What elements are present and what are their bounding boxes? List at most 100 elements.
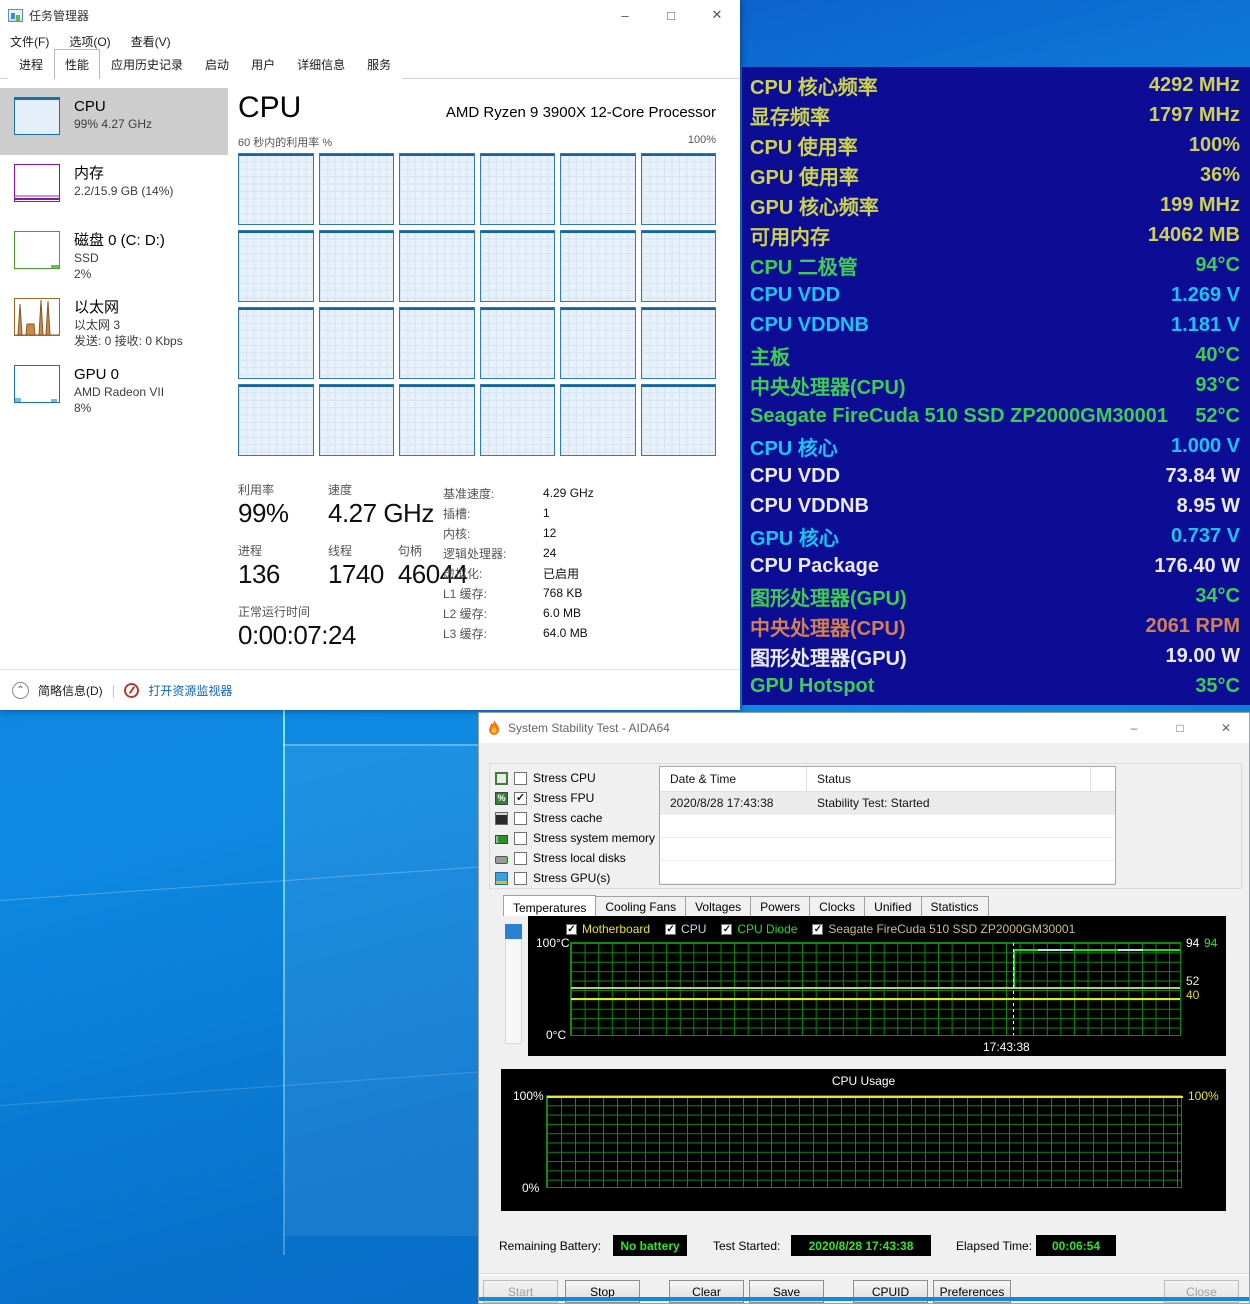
core-usage-cell <box>399 153 475 225</box>
core-usage-cell <box>238 230 314 302</box>
cpu-usage-chart: CPU Usage 100% 0% 100% <box>501 1069 1226 1211</box>
chevron-up-icon[interactable]: ⌃ <box>12 682 29 699</box>
sidebar-item-title: CPU <box>74 97 152 116</box>
column-header: Date & Time <box>660 767 807 791</box>
close-icon[interactable]: ✕ <box>1203 713 1249 743</box>
osd-row: GPU 核心0.737 V <box>742 521 1250 551</box>
temperature-scale-scrollbar[interactable] <box>501 916 528 1056</box>
stress-option-label: Stress system memory <box>533 831 655 845</box>
gpu-card-icon <box>495 872 508 885</box>
tab-详细信息[interactable]: 详细信息 <box>286 50 356 79</box>
osd-row: CPU 核心频率4292 MHz <box>742 70 1250 100</box>
table-row[interactable]: 2020/8/28 17:43:38Stability Test: Starte… <box>660 792 1115 815</box>
stat-label: 线程 <box>328 542 384 559</box>
tab-用户[interactable]: 用户 <box>240 50 286 79</box>
osd-row: GPU 使用率36% <box>742 160 1250 190</box>
sidebar-item-gpu[interactable]: GPU 0AMD Radeon VII8% <box>0 356 228 423</box>
checkbox-unchecked[interactable] <box>514 832 527 845</box>
memory-thumbnail <box>14 164 60 202</box>
checkbox-checked[interactable]: ✓ <box>665 924 676 935</box>
task-manager-titlebar[interactable]: 任务管理器 – □ ✕ <box>0 0 740 30</box>
tab-启动[interactable]: 启动 <box>194 50 240 79</box>
network-spark-graph <box>15 299 59 335</box>
osd-value: 73.84 W <box>1166 465 1240 488</box>
checkbox-unchecked[interactable] <box>514 872 527 885</box>
menu-item[interactable]: 选项(O) <box>69 33 110 50</box>
osd-value: 93°C <box>1195 374 1240 397</box>
checkbox-unchecked[interactable] <box>514 772 527 785</box>
status-label: Remaining Battery: <box>499 1239 601 1253</box>
disk-usage-mark <box>51 265 59 268</box>
tab-应用历史记录[interactable]: 应用历史记录 <box>100 50 194 79</box>
sidebar-item-memory[interactable]: 内存2.2/15.9 GB (14%) <box>0 155 228 222</box>
cpu-temp-line <box>1038 949 1073 951</box>
checkbox-checked[interactable]: ✓ <box>566 924 577 935</box>
menu-item[interactable]: 文件(F) <box>10 33 49 50</box>
collapse-details-button[interactable]: 简略信息(D) <box>38 682 103 699</box>
stress-option: Stress CPU <box>495 768 655 788</box>
detail-row: 虚拟化:已启用 <box>443 563 716 583</box>
stat-group: 进程136线程1740句柄46044 <box>238 542 443 590</box>
core-usage-cell <box>238 307 314 379</box>
aida64-titlebar[interactable]: System Stability Test - AIDA64 – □ ✕ <box>479 713 1249 743</box>
scrollbar-track[interactable] <box>505 924 522 1044</box>
utilization-axis-label: 60 秒内的利用率 % <box>238 134 332 150</box>
detail-row: 基准速度:4.29 GHz <box>443 483 716 503</box>
maximize-icon[interactable]: □ <box>648 0 694 30</box>
osd-row: CPU Package176.40 W <box>742 552 1250 582</box>
sidebar-item-cpu[interactable]: CPU99% 4.27 GHz <box>0 88 228 155</box>
core-usage-cell <box>238 384 314 456</box>
osd-label: CPU VDDNB <box>750 314 869 337</box>
tab-服务[interactable]: 服务 <box>356 50 402 79</box>
detail-label: 基准速度: <box>443 485 543 502</box>
ethernet-thumbnail <box>14 298 60 336</box>
checkbox-checked[interactable]: ✓ <box>812 924 823 935</box>
sidebar-item-detail: AMD Radeon VII <box>74 384 164 400</box>
temp-value-label: 94 <box>1204 936 1217 950</box>
status-value-box: 00:06:54 <box>1036 1235 1116 1256</box>
sidebar-item-disk[interactable]: 磁盘 0 (C: D:)SSD2% <box>0 222 228 289</box>
osd-value: 52°C <box>1195 405 1240 428</box>
detail-label: L3 缓存: <box>443 625 543 642</box>
detail-label: 逻辑处理器: <box>443 545 543 562</box>
cpu-thumbnail <box>14 97 60 135</box>
tab-进程[interactable]: 进程 <box>8 50 54 79</box>
osd-label: CPU VDD <box>750 284 840 307</box>
checkbox-checked[interactable]: ✓ <box>514 792 527 805</box>
tab-性能[interactable]: 性能 <box>54 49 100 79</box>
osd-label: GPU 核心 <box>750 522 839 551</box>
performance-sidebar: CPU99% 4.27 GHz内存2.2/15.9 GB (14%)磁盘 0 (… <box>0 79 228 669</box>
checkbox-unchecked[interactable] <box>514 812 527 825</box>
scrollbar-thumb[interactable] <box>505 924 522 939</box>
maximize-icon[interactable]: □ <box>1157 713 1203 743</box>
legend-label: Motherboard <box>582 922 650 936</box>
close-icon[interactable]: ✕ <box>694 0 740 30</box>
sidebar-item-ethernet[interactable]: 以太网以太网 3发送: 0 接收: 0 Kbps <box>0 289 228 356</box>
detail-value: 12 <box>543 526 556 540</box>
sidebar-item-detail: SSD <box>74 250 165 266</box>
legend-cpu: ✓CPU <box>665 922 706 936</box>
core-usage-cell <box>480 230 556 302</box>
osd-label: 图形处理器(GPU) <box>750 642 907 671</box>
status-label: Elapsed Time: <box>956 1239 1032 1253</box>
osd-value: 4292 MHz <box>1149 74 1240 97</box>
checkbox-unchecked[interactable] <box>514 852 527 865</box>
open-resource-monitor-link[interactable]: 打开资源监视器 <box>148 682 232 699</box>
minimize-icon[interactable]: – <box>1111 713 1157 743</box>
minimize-icon[interactable]: – <box>602 0 648 30</box>
core-usage-cell <box>319 384 395 456</box>
cpu-usage-line <box>547 1096 1183 1098</box>
stat-label: 速度 <box>328 481 434 498</box>
osd-value: 94°C <box>1195 254 1240 277</box>
stat-value: 99% <box>238 498 314 529</box>
checkbox-checked[interactable]: ✓ <box>721 924 732 935</box>
core-usage-cell <box>399 307 475 379</box>
per-core-usage-grid <box>238 153 716 456</box>
log-status: Stability Test: Started <box>807 796 930 810</box>
cpu-chip-icon <box>495 772 508 785</box>
stress-option-label: Stress local disks <box>533 851 626 865</box>
table-row-empty <box>660 838 1115 861</box>
stat-进程: 进程136 <box>238 542 314 590</box>
osd-row: 显存频率1797 MHz <box>742 100 1250 130</box>
menu-item[interactable]: 查看(V) <box>131 33 171 50</box>
